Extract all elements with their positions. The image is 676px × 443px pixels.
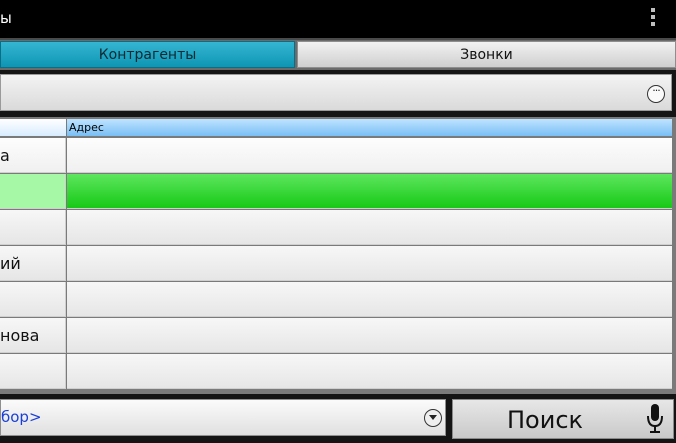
tab-contractors[interactable]: Контрагенты [0,41,295,68]
overflow-menu-icon[interactable] [648,8,658,30]
cell-name: а [0,138,66,173]
cell-name [0,174,66,209]
cell-name [0,210,66,245]
column-header-name[interactable] [0,119,66,136]
table-body: а ий нова [0,138,672,390]
column-header-address[interactable]: Адрес [67,119,672,136]
data-table: Адрес а ий нова [0,117,676,394]
bottom-bar: бор> Поиск [0,394,676,443]
cell-name: ий [0,246,66,281]
table-row[interactable]: нова [0,318,672,353]
table-header: Адрес [0,119,672,136]
cell-address [67,210,672,245]
search-button[interactable]: Поиск [452,399,674,439]
tab-bar: Контрагенты Звонки [0,40,676,70]
selection-value: бор> [1,408,42,426]
table-row[interactable] [0,282,672,317]
table-row-selected[interactable] [0,174,672,209]
table-row[interactable]: а [0,138,672,173]
more-options-icon[interactable]: ··· [647,85,665,103]
cell-name: нова [0,318,66,353]
cell-name [0,354,66,389]
app-title: ы [0,9,12,27]
filter-bar: ··· [0,70,676,117]
cell-address [67,354,672,389]
filter-input[interactable]: ··· [0,74,672,111]
action-bar: ы [0,0,676,38]
cell-address [67,138,672,173]
search-button-label: Поиск [507,406,584,434]
cell-address [67,246,672,281]
cell-address [67,282,672,317]
microphone-icon[interactable] [647,404,663,434]
table-row[interactable]: ий [0,246,672,281]
cell-address [67,318,672,353]
cell-address [67,174,672,209]
chevron-down-icon[interactable] [424,409,442,427]
table-row[interactable] [0,210,672,245]
table-row[interactable] [0,354,672,389]
selection-combo[interactable]: бор> [0,399,446,436]
cell-name [0,282,66,317]
tab-calls[interactable]: Звонки [297,41,676,68]
